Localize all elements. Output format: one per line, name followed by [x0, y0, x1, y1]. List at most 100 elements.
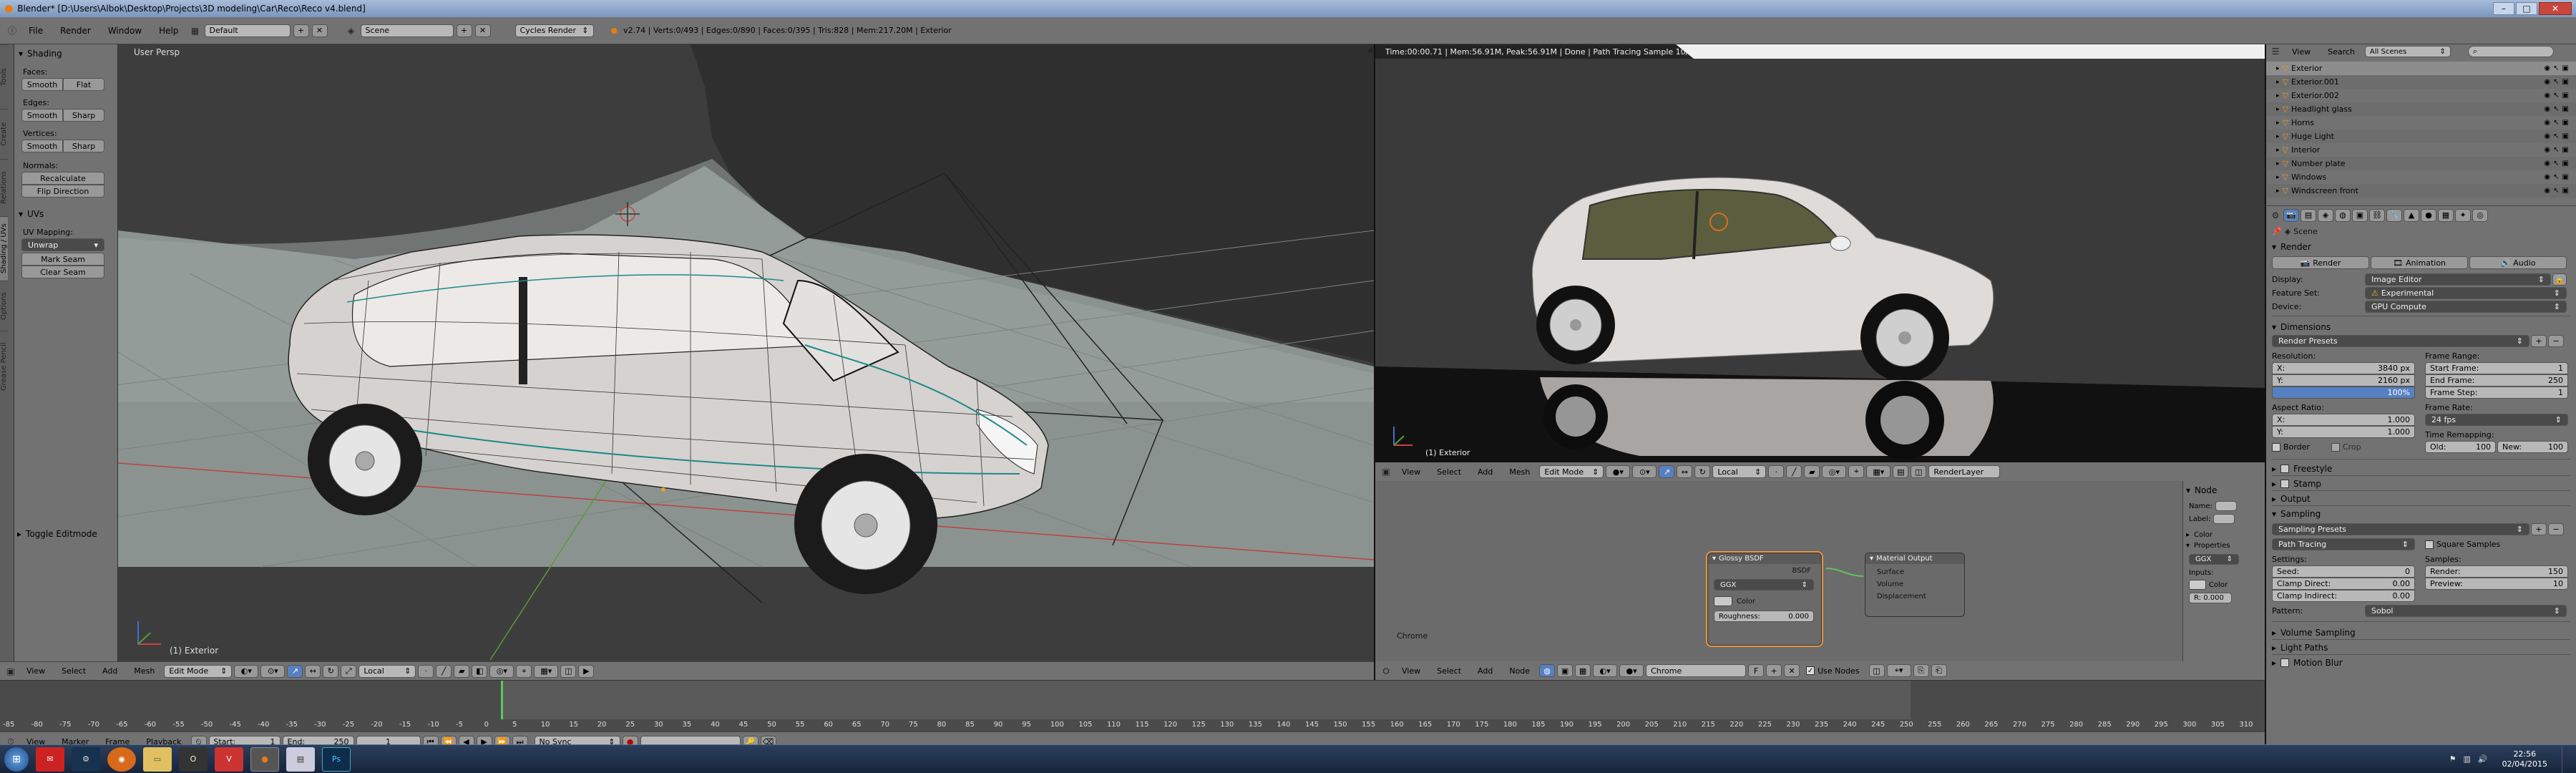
layout-select[interactable]: Default [204, 24, 291, 37]
freestyle-panel-header[interactable]: ▸ Freestyle [2272, 459, 2570, 475]
snap-node-button[interactable]: ⌖▾ [1886, 664, 1911, 677]
render-still-button[interactable]: 📷 Render [2272, 256, 2369, 269]
node-paste-button[interactable]: ⎗ [1931, 664, 1947, 677]
layout-remove-button[interactable]: ✕ [311, 24, 328, 37]
render-camera-icon[interactable]: ▣ [2562, 160, 2569, 167]
visibility-eye-icon[interactable]: ◉ [2544, 173, 2550, 181]
menu-add[interactable]: Add [1470, 467, 1500, 477]
selectable-arrow-icon[interactable]: ↖ [2553, 146, 2559, 154]
render-camera-icon[interactable]: ▣ [2562, 146, 2569, 154]
visibility-eye-icon[interactable]: ◉ [2544, 187, 2550, 195]
transform-orientation-select[interactable]: Local ⇕ [358, 664, 416, 678]
visibility-eye-icon[interactable]: ◉ [2544, 132, 2550, 140]
render-layer-icon[interactable]: ◫ [1911, 465, 1927, 478]
roughness-field[interactable]: Roughness: 0.000 [1714, 611, 1814, 622]
render-tab-icon[interactable]: 📷 [2283, 208, 2299, 222]
firefox-app-icon[interactable]: ◉ [107, 747, 136, 772]
render-samples-field[interactable]: Render: 150 [2425, 565, 2568, 578]
tray-volume-icon[interactable]: 🔊 [2478, 754, 2488, 764]
tray-clock[interactable]: 22:56 02/04/2015 [2495, 749, 2555, 769]
preset-add-button[interactable]: + [2531, 335, 2547, 347]
mode-select[interactable]: Edit Mode ⇕ [1539, 465, 1604, 478]
start-frame-field[interactable]: Start Frame: 1 [2425, 362, 2568, 374]
pin-icon[interactable]: 📌 [2272, 227, 2282, 236]
mark-seam-button[interactable]: Mark Seam [21, 253, 104, 266]
device-select[interactable]: GPU Compute ⇕ [2365, 301, 2567, 313]
mail-app-icon[interactable]: ✉ [36, 747, 64, 772]
expand-icon[interactable]: ▸ [2276, 147, 2280, 154]
render-animation-button[interactable]: 🎞 Animation [2371, 256, 2468, 269]
expand-icon[interactable]: ▸ [2276, 188, 2280, 195]
properties-editor-icon[interactable]: ⚙ [2269, 209, 2282, 222]
scale-button[interactable]: ⤢ [341, 664, 357, 678]
node-copy-button[interactable]: ⎘ [1913, 664, 1929, 677]
node-color-header[interactable]: ▸ Color [2186, 530, 2262, 540]
distribution-select[interactable]: GGX ⇕ [1714, 579, 1814, 590]
selectable-arrow-icon[interactable]: ↖ [2553, 119, 2559, 127]
panel-split-corner-icon[interactable]: ◢ [1367, 46, 1372, 54]
expand-icon[interactable]: ▸ [2276, 79, 2280, 86]
tray-network-icon[interactable]: ▥ [2463, 754, 2470, 764]
edge-select-button[interactable]: ╱ [1786, 465, 1802, 478]
manipulator-toggle[interactable]: ↗ [1659, 465, 1675, 478]
render-layers-tab-icon[interactable]: ▤ [2301, 208, 2316, 222]
render-panel-header[interactable]: ▾ Render [2272, 236, 2570, 255]
recalculate-button[interactable]: Recalculate [21, 172, 104, 185]
blender-app-icon[interactable]: ● [250, 747, 279, 772]
menu-select[interactable]: Select [1430, 467, 1468, 477]
edges-sharp-button[interactable]: Sharp [63, 109, 104, 122]
pattern-select[interactable]: Sobol ⇕ [2365, 605, 2567, 617]
freestyle-checkbox[interactable] [2280, 465, 2290, 473]
render-camera-icon[interactable]: ▣ [2562, 173, 2569, 181]
rotate-button[interactable]: ↻ [1694, 465, 1711, 478]
outliner-editor-icon[interactable]: ☰ [2269, 45, 2282, 58]
3d-view-editor-icon[interactable]: ▣ [4, 665, 17, 678]
frame-rate-select[interactable]: 24 fps ⇕ [2425, 414, 2568, 426]
node-distribution-select[interactable]: GGX ⇕ [2189, 554, 2239, 565]
expand-icon[interactable]: ▸ [2276, 65, 2280, 72]
constraints-tab-icon[interactable]: ⛓ [2369, 208, 2385, 222]
texture-nodes-button[interactable]: ▦ [1575, 664, 1591, 677]
lock-interface-icon[interactable]: 🔒 [2552, 273, 2567, 286]
render-camera-icon[interactable]: ▣ [2562, 64, 2569, 72]
aspect-y-field[interactable]: Y: 1.000 [2272, 426, 2415, 438]
menu-view[interactable]: View [1395, 666, 1428, 676]
display-mode-select[interactable]: All Scenes ⇕ [2364, 46, 2451, 57]
snap-element-button[interactable]: ▦▾ [1866, 465, 1891, 478]
material-remove-button[interactable]: ✕ [1784, 664, 1800, 677]
time-new-field[interactable]: New: 100 [2497, 441, 2568, 453]
square-samples-checkbox[interactable]: Square Samples [2425, 540, 2500, 549]
snap-element-button[interactable]: ▦▾ [534, 664, 559, 678]
rotate-button[interactable]: ↻ [323, 664, 339, 678]
selectable-arrow-icon[interactable]: ↖ [2553, 187, 2559, 195]
scene-add-button[interactable]: + [456, 24, 472, 37]
photoshop-app-icon[interactable]: Ps [322, 747, 351, 772]
info-editor-icon[interactable]: ⓘ [6, 24, 19, 37]
shading-panel-header[interactable]: ▾ Shading [19, 47, 113, 60]
vertex-select-button[interactable]: · [418, 664, 434, 678]
menu-add[interactable]: Add [95, 666, 125, 676]
clamp-indirect-field[interactable]: Clamp Indirect: 0.00 [2272, 590, 2415, 602]
stamp-checkbox[interactable] [2280, 480, 2290, 488]
translate-button[interactable]: ↔ [1677, 465, 1693, 478]
maximize-button[interactable]: □ [2516, 2, 2537, 15]
output-panel-header[interactable]: ▸ Output [2272, 490, 2570, 505]
scene-select[interactable]: Scene [360, 24, 454, 37]
mode-select[interactable]: Edit Mode ⇕ [164, 664, 233, 678]
sampling-preset-add-button[interactable]: + [2531, 523, 2547, 535]
shader-nodes-button[interactable]: ◍ [1539, 664, 1556, 677]
uvs-panel-header[interactable]: ▾ UVs [19, 208, 113, 220]
render-layer-select[interactable]: RenderLayer [1928, 465, 2001, 478]
resolution-x-field[interactable]: X: 3840 px [2272, 362, 2415, 374]
seed-field[interactable]: Seed: 0 [2272, 565, 2415, 578]
visibility-eye-icon[interactable]: ◉ [2544, 64, 2550, 72]
tray-flag-icon[interactable]: ⚑ [2449, 754, 2457, 764]
outliner-item[interactable]: ▸ ▽ Exterior.001 ◉ ↖ ▣ [2266, 75, 2576, 89]
notepad-app-icon[interactable]: ▤ [286, 747, 315, 772]
vertex-select-button[interactable]: · [1768, 465, 1785, 478]
color-swatch[interactable] [1714, 596, 1732, 606]
tab-tools[interactable]: Tools [0, 44, 8, 109]
fake-user-button[interactable]: F [1748, 664, 1765, 677]
world-tab-icon[interactable]: ◍ [2335, 208, 2351, 222]
vivaldi-app-icon[interactable]: V [215, 747, 243, 772]
